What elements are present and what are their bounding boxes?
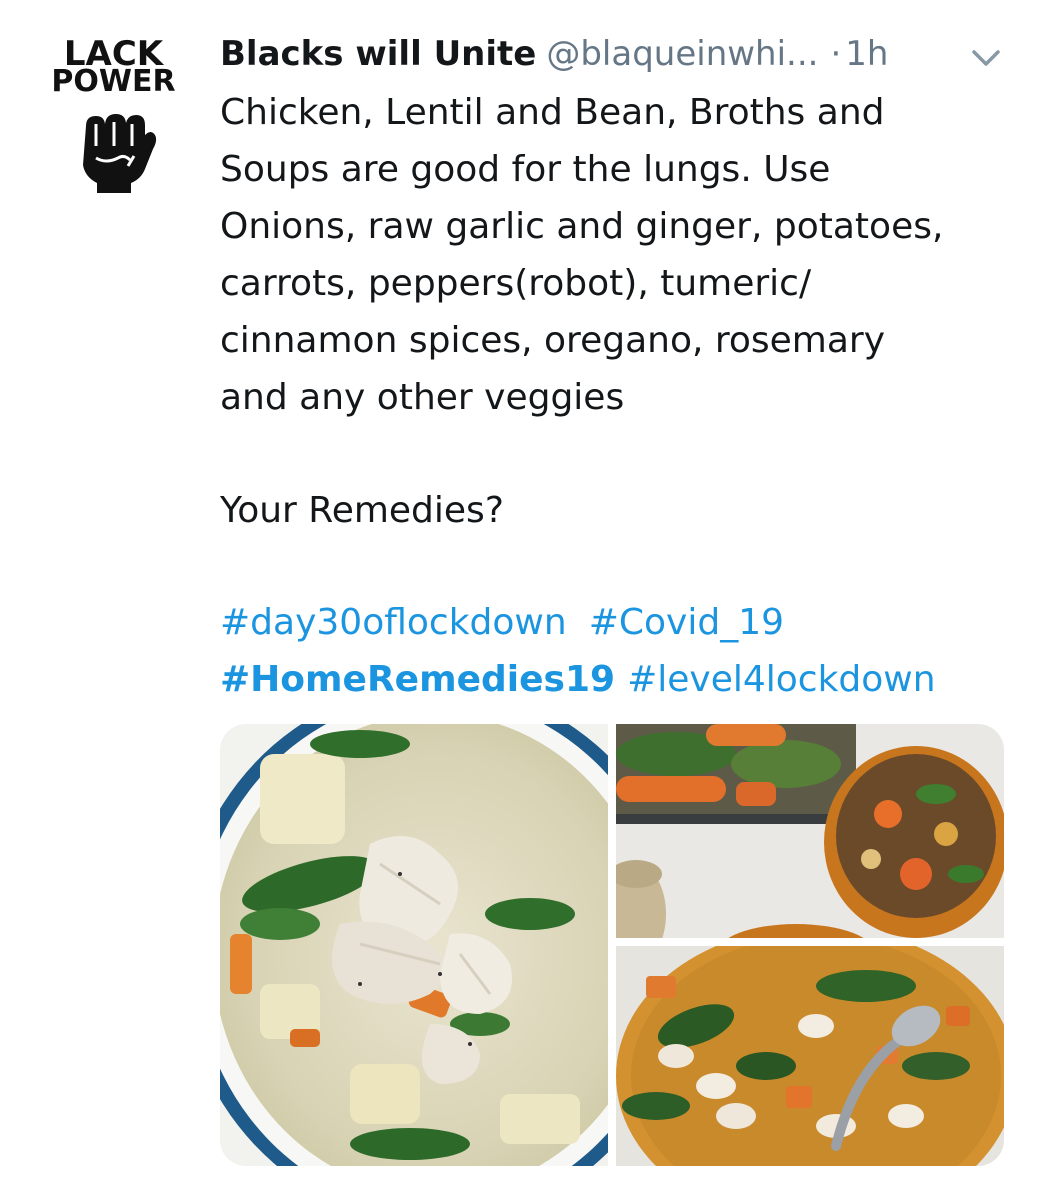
media-photo-bean-soup[interactable] xyxy=(616,946,1004,1166)
separator-dot: · xyxy=(830,34,842,74)
raised-fist-icon xyxy=(66,100,162,196)
hashtag-list: #day30oflockdown #Covid_19 #HomeRemedies1… xyxy=(220,594,1010,708)
avatar-logo-line2: POWER xyxy=(51,64,176,99)
media-grid xyxy=(220,724,1004,1166)
chevron-down-icon[interactable] xyxy=(968,44,1004,72)
tweet-text-line: cinnamon spices, oregano, rosemary xyxy=(220,320,886,361)
hashtag-link[interactable]: #Covid_19 xyxy=(589,602,784,643)
author-name[interactable]: Blacks will Unite xyxy=(220,34,536,74)
tweet-text-line: Chicken, Lentil and Bean, Broths and xyxy=(220,92,885,133)
tweet-text: Chicken, Lentil and Bean, Broths and Sou… xyxy=(220,84,1010,426)
tweet-timestamp[interactable]: 1h xyxy=(845,34,888,74)
tweet-header: Blacks will Unite @blaqueinwhi... · 1h xyxy=(220,28,1020,84)
tweet-text-line: and any other veggies xyxy=(220,377,625,418)
tweet-question: Your Remedies? xyxy=(220,490,504,531)
tweet[interactable]: LACK POWER Blacks will Unite @blaqueinwhi… xyxy=(0,0,1039,1200)
tweet-text-line: Soups are good for the lungs. Use xyxy=(220,149,831,190)
author-handle[interactable]: @blaqueinwhi... xyxy=(546,34,818,74)
avatar[interactable]: LACK POWER xyxy=(36,36,191,196)
hashtag-link[interactable]: #level4lockdown xyxy=(627,659,935,700)
media-photo-lentil-soup[interactable] xyxy=(616,724,1004,938)
media-photo-chicken-soup[interactable] xyxy=(220,724,608,1166)
tweet-text-line: carrots, peppers(robot), tumeric/ xyxy=(220,263,812,304)
hashtag-link[interactable]: #HomeRemedies19 xyxy=(220,659,615,700)
tweet-text-line: Onions, raw garlic and ginger, potatoes, xyxy=(220,206,944,247)
hashtag-link[interactable]: #day30oflockdown xyxy=(220,602,567,643)
